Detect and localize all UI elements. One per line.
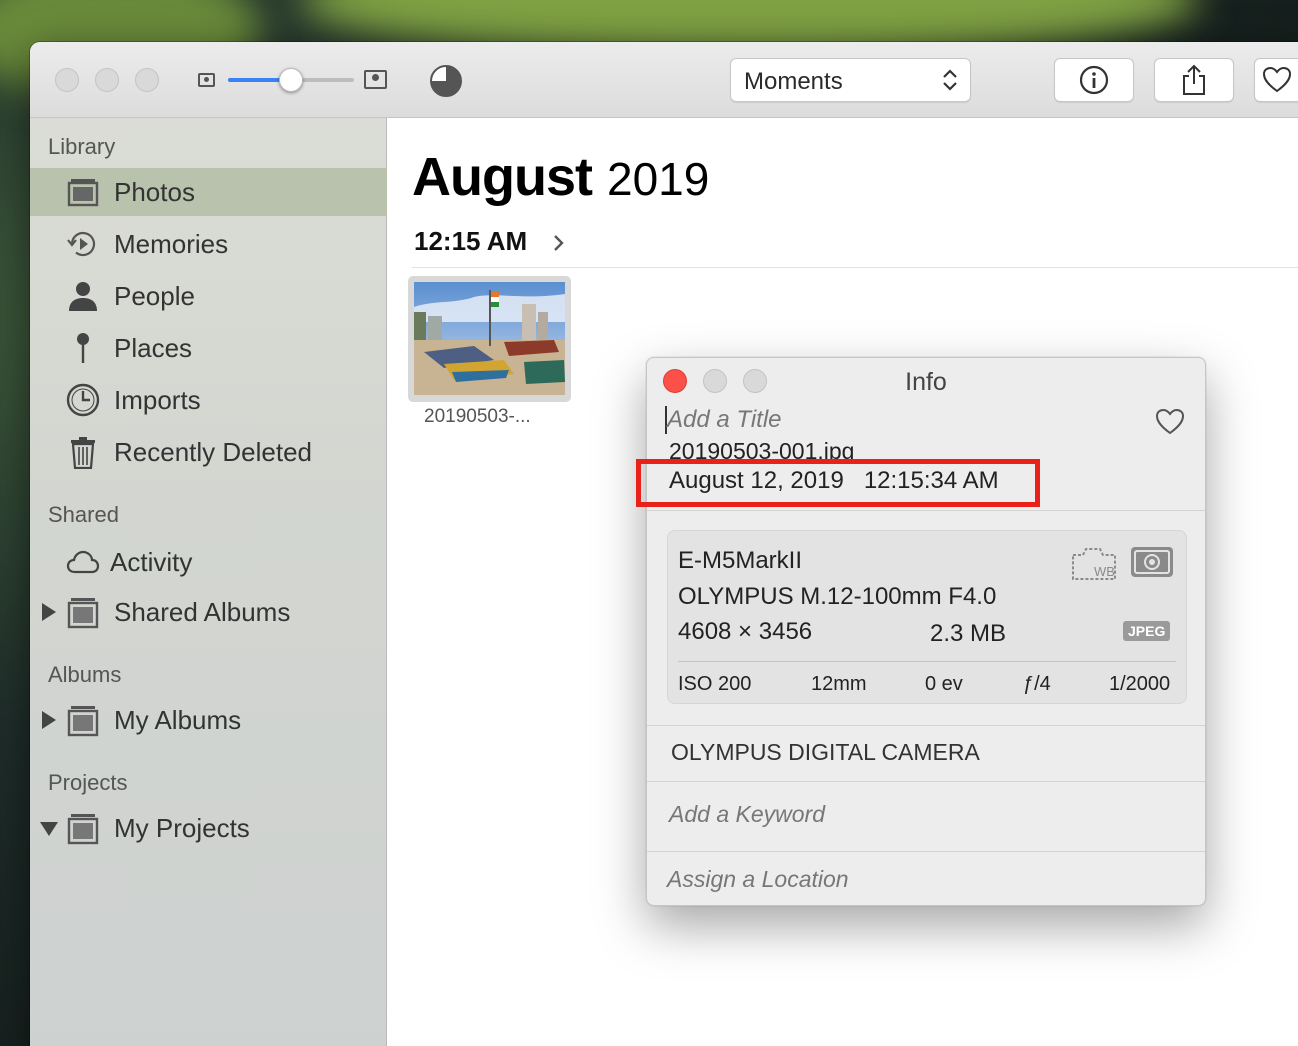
info-button[interactable] [1054, 58, 1134, 102]
album-icon [67, 814, 99, 845]
moment-time[interactable]: 12:15 AM [414, 226, 527, 257]
section-heading-projects: Projects [48, 770, 128, 795]
photo-thumbnail-image [414, 282, 565, 395]
metering-mode-icon [1131, 547, 1173, 577]
clock-icon [66, 383, 100, 417]
sidebar-item-label: People [114, 281, 195, 311]
slideshow-pie-icon[interactable] [429, 64, 463, 98]
page-title: August 2019 [412, 146, 709, 208]
album-icon [67, 598, 99, 629]
section-heading-albums: Albums [48, 662, 122, 687]
format-badge: JPEG [1123, 621, 1171, 641]
exif-aperture: ƒ/4 [1023, 673, 1051, 695]
photo-thumbnail[interactable] [408, 276, 571, 402]
view-select[interactable]: Moments [730, 58, 971, 102]
window-close-button[interactable] [55, 68, 79, 92]
white-balance-icon: WB [1072, 548, 1116, 580]
sidebar-item-label: Shared Albums [114, 597, 291, 627]
divider [678, 661, 1176, 662]
info-icon [1079, 65, 1109, 95]
zoom-out-icon[interactable] [198, 73, 215, 87]
camera-model: E-M5MarkII [678, 547, 803, 574]
memories-icon [67, 231, 96, 257]
info-panel-title: Info [905, 368, 947, 396]
window-minimize-button[interactable] [95, 68, 119, 92]
exif-focal-length: 12mm [811, 673, 867, 695]
share-icon [1183, 64, 1205, 95]
filename: 20190503-001.jpg [669, 438, 855, 462]
sidebar-item-my-projects[interactable]: My Projects [30, 804, 387, 852]
heart-toolbar-icon [1262, 66, 1292, 93]
divider [647, 725, 1205, 726]
camera-info-card: E-M5MarkII OLYMPUS M.12-100mm F4.0 4608 … [667, 530, 1187, 704]
sidebar-item-imports[interactable]: Imports [30, 376, 387, 424]
title-field[interactable]: Add a Title [667, 406, 782, 434]
album-icon [67, 706, 99, 737]
description-field[interactable]: OLYMPUS DIGITAL CAMERA [671, 739, 980, 766]
disclosure-triangle-expanded-icon[interactable] [40, 822, 58, 836]
disclosure-triangle-icon[interactable] [42, 603, 56, 621]
sidebar-item-label: Activity [110, 547, 193, 577]
sidebar: Library Photos Memories People Places Im… [30, 118, 387, 1046]
sidebar-item-label: Memories [114, 229, 229, 259]
sidebar-item-label: Imports [114, 385, 201, 415]
toolbar: Moments [30, 42, 1298, 118]
trash-icon [71, 437, 95, 469]
sidebar-item-recently-deleted[interactable]: Recently Deleted [30, 428, 387, 476]
divider [412, 267, 1298, 268]
month-label: August [412, 147, 593, 207]
divider [647, 510, 1205, 511]
sidebar-item-photos[interactable]: Photos [30, 168, 387, 216]
sidebar-item-label: Recently Deleted [114, 437, 312, 467]
person-icon [69, 282, 97, 311]
zoom-in-icon[interactable] [364, 70, 387, 89]
sidebar-item-my-albums[interactable]: My Albums [30, 696, 387, 744]
view-select-label: Moments [744, 68, 843, 95]
disclosure-triangle-icon[interactable] [42, 711, 56, 729]
section-heading-library: Library [48, 134, 116, 159]
favorite-heart-icon[interactable] [1155, 408, 1185, 436]
pin-icon [77, 333, 89, 363]
sidebar-item-memories[interactable]: Memories [30, 220, 387, 268]
share-button[interactable] [1154, 58, 1234, 102]
camera-lens: OLYMPUS M.12-100mm F4.0 [678, 583, 997, 610]
photos-icon [67, 179, 99, 207]
select-arrows-icon [943, 69, 957, 91]
svg-text:WB: WB [1094, 564, 1115, 579]
chevron-right-icon[interactable] [552, 234, 566, 252]
info-panel: Info Add a Title 20190503-001.jpg August… [646, 357, 1206, 906]
divider [647, 781, 1205, 782]
keyword-field[interactable]: Add a Keyword [669, 801, 825, 828]
exif-shutter-speed: 1/2000 [1109, 673, 1171, 695]
location-field[interactable]: Assign a Location [667, 866, 849, 893]
sidebar-item-activity[interactable]: Activity [30, 538, 387, 586]
image-dimensions: 4608 × 3456 [678, 618, 813, 645]
window-zoom-button[interactable] [135, 68, 159, 92]
cloud-icon [66, 550, 100, 574]
photo-datetime[interactable]: August 12, 2019 12:15:34 AM [669, 467, 999, 495]
exif-exposure-bias: 0 ev [925, 673, 963, 695]
sidebar-item-people[interactable]: People [30, 272, 387, 320]
exif-iso: ISO 200 [678, 673, 752, 695]
file-size: 2.3 MB [930, 620, 1007, 647]
sidebar-item-label: My Albums [114, 705, 242, 735]
sidebar-item-label: Places [114, 333, 193, 363]
favorite-toolbar-button[interactable] [1254, 58, 1298, 102]
photo-caption: 20190503-... [424, 406, 531, 427]
divider [647, 851, 1205, 852]
sidebar-item-places[interactable]: Places [30, 324, 387, 372]
zoom-slider-knob[interactable] [279, 68, 303, 92]
year-label: 2019 [606, 153, 710, 205]
section-heading-shared: Shared [48, 502, 119, 527]
sidebar-item-label: My Projects [114, 813, 250, 843]
sidebar-item-shared-albums[interactable]: Shared Albums [30, 588, 387, 636]
sidebar-item-label: Photos [114, 177, 195, 207]
